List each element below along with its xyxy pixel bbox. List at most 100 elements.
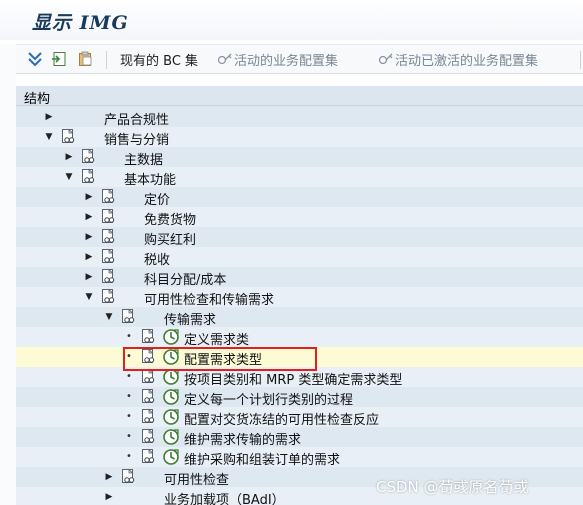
collapse-node-icon[interactable]: ▼ — [44, 132, 54, 142]
documentation-icon[interactable] — [140, 388, 158, 406]
execute-activity-icon[interactable] — [162, 388, 180, 406]
tree-node-label: 税收 — [144, 253, 171, 268]
tree-node[interactable]: ▶ 税收 — [16, 247, 583, 268]
current-bc-set-label: 现有的 BC 集 — [120, 53, 199, 69]
tree-node-label: 产品合规性 — [104, 113, 170, 128]
execute-activity-icon[interactable] — [162, 428, 180, 446]
collapse-node-icon[interactable]: ▼ — [104, 312, 114, 322]
bullet-icon: • — [126, 331, 132, 342]
export-button[interactable] — [50, 49, 68, 69]
window-title: 显示 IMG — [32, 12, 129, 34]
tree-node[interactable]: ▶ 科目分配/成本 — [16, 267, 583, 288]
toolbar-separator — [106, 51, 107, 69]
export-icon — [50, 50, 68, 68]
expand-node-icon[interactable]: ▶ — [84, 272, 94, 282]
tree-node-label: 免费货物 — [144, 213, 197, 228]
panel-header: 结构 — [16, 86, 583, 107]
documentation-icon[interactable] — [100, 208, 118, 226]
tree-node-label: 购买红利 — [144, 233, 197, 248]
collapse-node-icon[interactable]: ▼ — [84, 292, 94, 302]
tree-node-label: 定义每一个计划行类别的过程 — [184, 393, 354, 408]
expand-node-icon[interactable]: ▶ — [84, 212, 94, 222]
tree-node[interactable]: ▼ 基本功能 — [16, 167, 583, 188]
left-edge — [0, 44, 16, 505]
collapse-all-icon — [26, 50, 44, 68]
documentation-icon[interactable] — [100, 268, 118, 286]
active-bc-sets-button[interactable]: 活动的业务配置集 — [216, 49, 338, 69]
tree-node[interactable]: ▼ 销售与分销 — [16, 127, 583, 148]
active-bc-sets-label: 活动的业务配置集 — [234, 53, 339, 69]
tree-node-label: 主数据 — [124, 153, 164, 168]
expand-node-icon[interactable]: ▶ — [84, 252, 94, 262]
tree-node[interactable]: • 配置对交货冻结的可用性检查反应 — [16, 407, 583, 428]
bc-set-icon — [216, 50, 234, 68]
current-bc-set-button[interactable]: 现有的 BC 集 — [120, 49, 198, 69]
tree-node-label: 定价 — [144, 193, 171, 208]
documentation-icon[interactable] — [100, 248, 118, 266]
documentation-icon[interactable] — [140, 408, 158, 426]
documentation-icon[interactable] — [100, 288, 118, 306]
documentation-icon[interactable] — [100, 188, 118, 206]
documentation-icon[interactable] — [140, 328, 158, 346]
documentation-icon[interactable] — [140, 448, 158, 466]
watermark: CSDN @荀彧原名荀或 — [376, 478, 529, 496]
documentation-icon[interactable] — [120, 308, 138, 326]
tree-node-label: 维护需求传输的需求 — [184, 433, 302, 448]
tree-node[interactable]: • 定义需求类 — [16, 327, 583, 348]
expand-node-icon[interactable]: ▶ — [64, 152, 74, 162]
tree-node[interactable]: • 维护采购和组装订单的需求 — [16, 447, 583, 468]
tree-node[interactable]: ▶ 免费货物 — [16, 207, 583, 228]
tree-node-label: 销售与分销 — [104, 133, 170, 148]
tree-node-label: 可用性检查 — [164, 473, 230, 488]
tree-node[interactable]: ▼ 传输需求 — [16, 307, 583, 328]
bullet-icon: • — [126, 371, 132, 382]
bullet-icon: • — [126, 451, 132, 462]
tree-node[interactable]: • 定义每一个计划行类别的过程 — [16, 387, 583, 408]
bullet-icon: • — [126, 411, 132, 422]
tree-node[interactable]: ▶ 购买红利 — [16, 227, 583, 248]
title-bar: 显示 IMG — [0, 0, 583, 40]
bullet-icon: • — [126, 431, 132, 442]
execute-activity-icon[interactable] — [162, 328, 180, 346]
tree-node[interactable]: ▶ 主数据 — [16, 147, 583, 168]
tree-node-label: 传输需求 — [164, 313, 217, 328]
expand-node-icon[interactable]: ▶ — [104, 492, 114, 502]
execute-activity-icon[interactable] — [162, 408, 180, 426]
expand-node-icon[interactable]: ▶ — [84, 192, 94, 202]
tree-node-label: 可用性检查和传输需求 — [144, 293, 275, 308]
tree-node-label: 基本功能 — [124, 173, 177, 188]
structure-panel: 结构 ▶ 产品合规性 ▼ 销售与分销 ▶ 主数据 ▼ 基本功能 ▶ 定价 ▶ 免费货物 ▶ 购买红利 ▶ 税收… — [16, 86, 583, 505]
toolbar: 现有的 BC 集 活动的业务配置集 活动已激活的业务配置集 — [16, 44, 583, 74]
panel-header-label: 结构 — [24, 92, 51, 107]
bc-set-icon — [377, 50, 395, 68]
activated-bc-sets-label: 活动已激活的业务配置集 — [395, 53, 539, 69]
toolbar-separator — [580, 51, 581, 69]
documentation-icon[interactable] — [120, 468, 138, 486]
tree-node[interactable]: ▶ 定价 — [16, 187, 583, 208]
tree-node-label: 维护采购和组装订单的需求 — [184, 453, 341, 468]
bullet-icon: • — [126, 391, 132, 402]
tree-node-label: 配置对交货冻结的可用性检查反应 — [184, 413, 380, 428]
activated-bc-sets-button[interactable]: 活动已激活的业务配置集 — [377, 49, 538, 69]
tree-node-label: 定义需求类 — [184, 333, 250, 348]
tree-node-label: 业务加载项（BAdI） — [164, 493, 285, 505]
documentation-icon[interactable] — [80, 168, 98, 186]
clipboard-icon — [76, 50, 94, 68]
expand-node-icon[interactable]: ▶ — [104, 472, 114, 482]
expand-node-icon[interactable]: ▶ — [44, 112, 54, 122]
documentation-icon[interactable] — [60, 128, 78, 146]
documentation-icon[interactable] — [140, 428, 158, 446]
expand-node-icon[interactable]: ▶ — [84, 232, 94, 242]
collapse-all-button[interactable] — [26, 49, 44, 69]
documentation-icon[interactable] — [80, 148, 98, 166]
tree-node[interactable]: ▶ 产品合规性 — [16, 107, 583, 128]
clipboard-button[interactable] — [76, 49, 94, 69]
tree-node-label: 科目分配/成本 — [144, 273, 227, 288]
tree-node[interactable]: ▼ 可用性检查和传输需求 — [16, 287, 583, 308]
tree-node-label: 按项目类别和 MRP 类型确定需求类型 — [184, 373, 403, 388]
execute-activity-icon[interactable] — [162, 448, 180, 466]
highlight-box — [123, 347, 317, 371]
tree-node[interactable]: • 维护需求传输的需求 — [16, 427, 583, 448]
documentation-icon[interactable] — [100, 228, 118, 246]
collapse-node-icon[interactable]: ▼ — [64, 172, 74, 182]
